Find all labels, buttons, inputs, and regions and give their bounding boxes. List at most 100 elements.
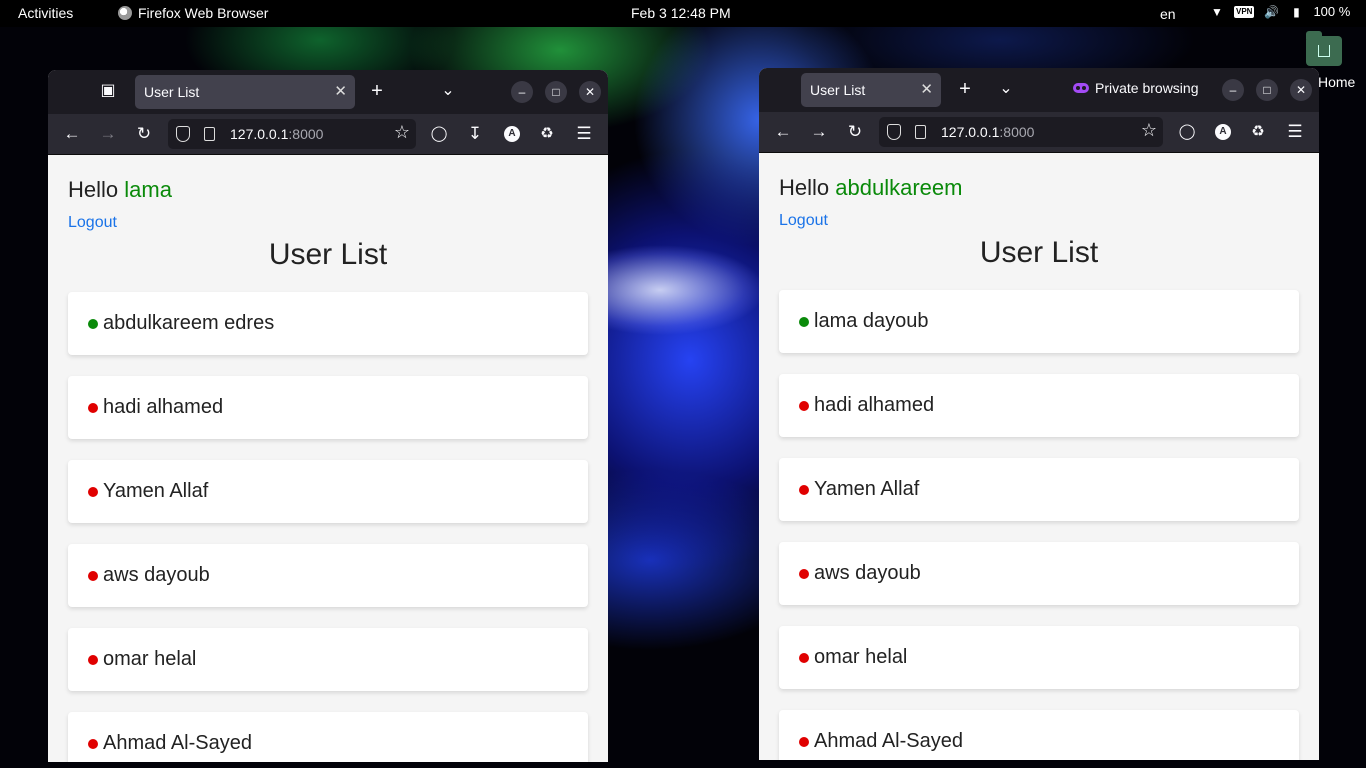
greeting-text: Hello — [779, 175, 830, 200]
vpn-icon: VPN — [1234, 5, 1255, 18]
user-name: Yamen Allaf — [103, 480, 209, 502]
online-status-dot — [799, 317, 809, 327]
url-bar[interactable]: 127.0.0.1:8000 ☆ — [879, 117, 1163, 147]
close-window-icon[interactable]: ✕ — [1290, 79, 1312, 101]
back-arrow-icon[interactable]: ← — [61, 123, 83, 145]
private-mask-icon — [1073, 83, 1089, 93]
url-bar[interactable]: 127.0.0.1:8000 ☆ — [168, 119, 416, 149]
user-name: Yamen Allaf — [814, 478, 920, 500]
top-bar: Activities Firefox Web Browser Feb 3 12:… — [0, 0, 1366, 27]
tab-user-list[interactable]: User List ✕ — [801, 73, 941, 107]
user-name: abdulkareem edres — [103, 312, 275, 334]
app-menu[interactable]: Firefox Web Browser — [118, 5, 268, 21]
bookmark-star-icon[interactable]: ☆ — [1141, 120, 1157, 141]
user-name: Ahmad Al-Sayed — [814, 730, 963, 752]
house-icon — [1318, 45, 1330, 57]
tracking-shield-icon[interactable] — [176, 126, 190, 142]
minimize-icon[interactable]: – — [1222, 79, 1244, 101]
system-tray[interactable]: ▼ VPN 🔊 ▮ 100 % — [1209, 4, 1350, 19]
private-browsing-indicator: Private browsing — [1073, 80, 1199, 96]
logout-link[interactable]: Logout — [68, 214, 117, 232]
wifi-icon: ▼ — [1211, 4, 1223, 19]
user-name: omar helal — [814, 646, 908, 668]
tab-list-chevron-down-icon[interactable]: ⌄ — [437, 81, 459, 103]
url-port: :8000 — [999, 124, 1035, 140]
offline-status-dot — [799, 485, 809, 495]
tracking-shield-icon[interactable] — [887, 124, 901, 140]
user-card: aws dayoub — [68, 544, 588, 607]
close-window-icon[interactable]: ✕ — [579, 81, 601, 103]
new-tab-icon[interactable]: + — [954, 79, 976, 101]
tab-list-chevron-down-icon[interactable]: ⌄ — [995, 79, 1017, 101]
page-info-icon[interactable] — [204, 127, 215, 141]
tab-bar: ▣ User List ✕ + ⌄ – □ ✕ — [48, 70, 608, 114]
tab-user-list[interactable]: User List ✕ — [135, 75, 355, 109]
offline-status-dot — [799, 401, 809, 411]
clock[interactable]: Feb 3 12:48 PM — [631, 5, 731, 21]
user-name: Ahmad Al-Sayed — [103, 732, 252, 754]
battery-icon: ▮ — [1293, 4, 1300, 19]
keyboard-language[interactable]: en — [1160, 6, 1176, 22]
firefox-view-icon[interactable]: ▣ — [97, 81, 119, 103]
offline-status-dot — [88, 739, 98, 749]
minimize-icon[interactable]: – — [511, 81, 533, 103]
home-folder-icon[interactable] — [1306, 31, 1342, 66]
offline-status-dot — [88, 487, 98, 497]
activities-button[interactable]: Activities — [18, 5, 73, 21]
tab-title: User List — [810, 82, 866, 98]
extensions-puzzle-icon[interactable]: ♻ — [536, 123, 558, 145]
page-title: User List — [979, 236, 1099, 269]
user-card: abdulkareem edres — [68, 292, 588, 355]
offline-status-dot — [799, 653, 809, 663]
url-host: 127.0.0.1 — [230, 126, 289, 142]
url-text: 127.0.0.1:8000 — [941, 124, 1034, 140]
offline-status-dot — [88, 403, 98, 413]
user-card: Ahmad Al-Sayed — [68, 712, 588, 762]
hamburger-menu-icon[interactable]: ☰ — [573, 123, 595, 145]
bookmark-star-icon[interactable]: ☆ — [394, 122, 410, 143]
tab-title: User List — [144, 84, 200, 100]
tab-close-icon[interactable]: ✕ — [334, 75, 347, 109]
offline-status-dot — [88, 655, 98, 665]
hamburger-menu-icon[interactable]: ☰ — [1284, 121, 1306, 143]
logout-link[interactable]: Logout — [779, 212, 828, 230]
extensions-puzzle-icon[interactable]: ♻ — [1247, 121, 1269, 143]
downloads-icon[interactable]: ↧ — [464, 123, 486, 145]
greeting: Hello lama — [68, 177, 172, 203]
account-avatar-icon[interactable]: A — [1215, 124, 1231, 140]
user-card: Ahmad Al-Sayed — [779, 710, 1299, 760]
page-title: User List — [268, 238, 388, 271]
maximize-icon[interactable]: □ — [545, 81, 567, 103]
forward-arrow-icon[interactable]: → — [97, 123, 119, 145]
private-browsing-label: Private browsing — [1095, 80, 1199, 96]
user-card: lama dayoub — [779, 290, 1299, 353]
battery-percent: 100 % — [1313, 4, 1351, 19]
volume-icon: 🔊 — [1263, 4, 1279, 19]
tab-close-icon[interactable]: ✕ — [920, 73, 933, 107]
back-arrow-icon[interactable]: ← — [772, 121, 794, 143]
online-status-dot — [88, 319, 98, 329]
pocket-icon[interactable]: ◯ — [1176, 121, 1198, 143]
url-host: 127.0.0.1 — [941, 124, 1000, 140]
new-tab-icon[interactable]: + — [366, 81, 388, 103]
user-card: aws dayoub — [779, 542, 1299, 605]
reload-icon[interactable]: ↻ — [133, 123, 155, 145]
user-card: Yamen Allaf — [68, 460, 588, 523]
offline-status-dot — [88, 571, 98, 581]
reload-icon[interactable]: ↻ — [844, 121, 866, 143]
forward-arrow-icon[interactable]: → — [808, 121, 830, 143]
user-name: hadi alhamed — [814, 394, 935, 416]
current-username: abdulkareem — [835, 175, 963, 200]
offline-status-dot — [799, 569, 809, 579]
greeting-text: Hello — [68, 177, 119, 202]
user-name: hadi alhamed — [103, 396, 224, 418]
maximize-icon[interactable]: □ — [1256, 79, 1278, 101]
user-card: omar helal — [779, 626, 1299, 689]
navigation-toolbar: ← → ↻ 127.0.0.1:8000 ☆ ◯ ↧ A ♻ ☰ — [48, 114, 608, 155]
page-info-icon[interactable] — [915, 125, 926, 139]
user-name: omar helal — [103, 648, 197, 670]
user-name: lama dayoub — [814, 310, 929, 332]
user-card: Yamen Allaf — [779, 458, 1299, 521]
account-avatar-icon[interactable]: A — [504, 126, 520, 142]
pocket-icon[interactable]: ◯ — [428, 123, 450, 145]
